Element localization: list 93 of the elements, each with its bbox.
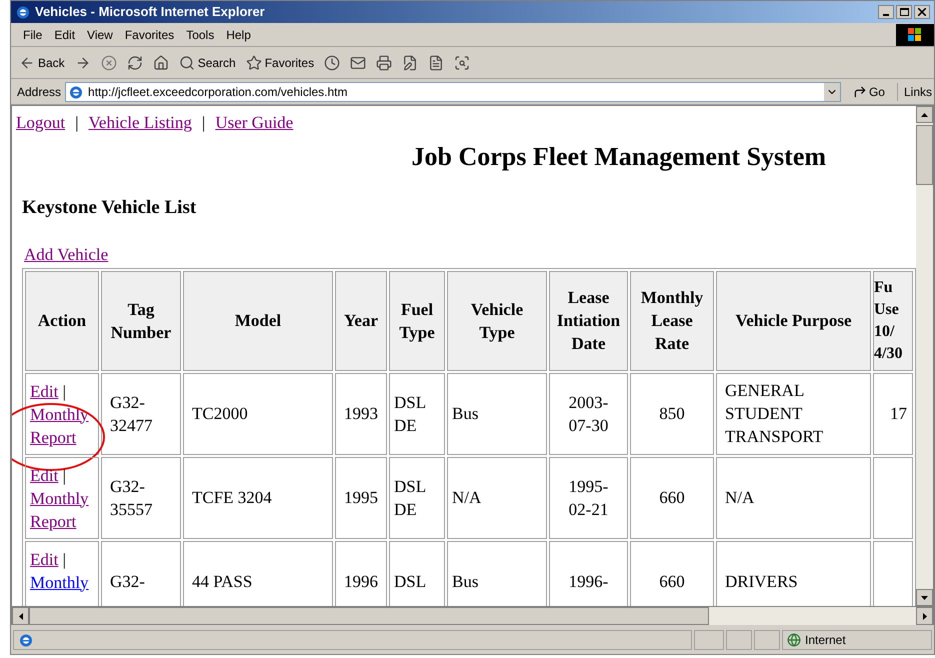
column-header: Tag Number [101,270,181,370]
dropdown-icon[interactable] [824,82,840,100]
table-cell: 44 PASS [192,572,252,591]
scrollbar-thumb[interactable] [916,125,933,185]
nav-link[interactable]: Logout [16,110,66,136]
column-header: Year [335,270,387,370]
list-title: Keystone Vehicle List [21,196,198,220]
page-icon [68,84,84,100]
stop-icon[interactable] [98,54,119,70]
table-cell: GENERAL STUDENT TRANSPORT [725,381,824,446]
browser-icon [15,4,31,20]
windows-logo-icon [896,24,934,46]
table-cell: DSL DE [394,476,426,518]
status-pane [726,630,752,650]
column-header: Model [183,270,333,370]
table-cell: 1995-02-21 [568,476,608,518]
zone-label: Internet [805,632,846,649]
printer-icon[interactable] [374,54,394,70]
scroll-left-icon[interactable] [18,612,22,620]
column-header: Fuel Type [389,270,445,370]
table-cell: 1996 [344,572,378,591]
table-cell: Bus [452,572,478,591]
table-cell: N/A [452,488,482,507]
action-separator: | [62,382,66,400]
table-cell: 850 [659,404,685,423]
window-title: Vehicles - Microsoft Internet Explorer [35,3,265,22]
menu-item[interactable]: Tools [180,26,220,44]
table-cell: 1996- [568,572,608,591]
table-cell: G32-35557 [110,476,152,518]
table-cell: 2003-07-30 [568,392,608,434]
edit-link[interactable]: Edit [30,466,58,484]
table-cell: G32-32477 [110,392,152,434]
action-separator: | [62,466,66,484]
monthly-report-link[interactable]: Monthly Report [30,486,92,532]
column-header: Lease Intiation Date [549,270,628,370]
edit-link[interactable]: Edit [30,382,58,400]
page-status-icon [18,632,34,648]
add-vehicle-link[interactable]: Add Vehicle [24,245,108,264]
table-cell: DSL [394,572,426,591]
address-field[interactable]: http://jcfleet.exceedcorporation.com/vehicles.htm [65,82,841,102]
close-button[interactable] [914,5,930,19]
minimize-button[interactable] [878,5,894,19]
menu-item[interactable]: Help [220,26,257,44]
table-cell: G32- [110,572,145,591]
action-separator: | [62,550,66,568]
links-label[interactable]: Links [896,82,934,100]
link-separator: | [75,112,79,134]
go-button[interactable]: Go [844,82,893,100]
menu-item[interactable]: Favorites [118,26,180,44]
edit-link[interactable]: Edit [30,550,58,568]
column-header: Monthly Lease Rate [630,270,714,370]
star-icon [246,54,262,70]
status-pane [754,630,780,650]
menu-item[interactable]: View [81,26,119,44]
table-cell: TCFE 3204 [192,488,272,507]
toolbar-button[interactable]: Favorites [244,54,316,72]
column-header: Vehicle Purpose [716,270,871,370]
table-cell: N/A [725,488,754,507]
close-icon [918,8,926,16]
column-header: Action [25,270,99,370]
scroll-down-icon[interactable] [921,596,928,600]
table-cell: 17 [890,404,907,423]
mail-icon[interactable] [348,54,368,70]
globe-icon [787,633,801,647]
toolbar-button[interactable]: Search [176,54,238,72]
nav-link[interactable]: Vehicle Listing [88,110,192,136]
table-cell: DRIVERS [725,572,798,591]
link-separator: | [202,112,206,134]
table-cell: 660 [659,488,685,507]
menu-item[interactable]: Edit [48,26,82,44]
menu-item[interactable]: File [17,26,48,44]
go-arrow-icon [852,84,867,98]
status-pane [694,630,724,650]
column-header: Fu Use 10/ 4/30 [873,270,913,370]
search-icon [178,54,195,70]
scroll-up-icon[interactable] [921,112,928,116]
table-cell: Bus [452,404,478,423]
scroll-right-icon[interactable] [922,612,926,620]
table-cell: 1995 [344,488,378,507]
horizontal-scrollbar[interactable] [11,607,934,625]
table-cell: 1993 [344,404,378,423]
address-label: Address [17,84,62,100]
monthly-report-link[interactable]: Monthly [30,570,92,594]
table-cell: DSL DE [394,392,426,434]
vertical-scrollbar[interactable] [916,106,933,606]
toolbar-button[interactable]: Back [17,54,67,72]
column-header: Vehicle Type [447,270,547,370]
page-title: Job Corps Fleet Management System [412,140,826,173]
table-cell: 660 [659,572,685,591]
maximize-button[interactable] [896,5,912,19]
scrollbar-thumb[interactable] [29,607,709,625]
nav-link[interactable]: User Guide [215,110,294,136]
table-cell: TC2000 [192,404,248,423]
